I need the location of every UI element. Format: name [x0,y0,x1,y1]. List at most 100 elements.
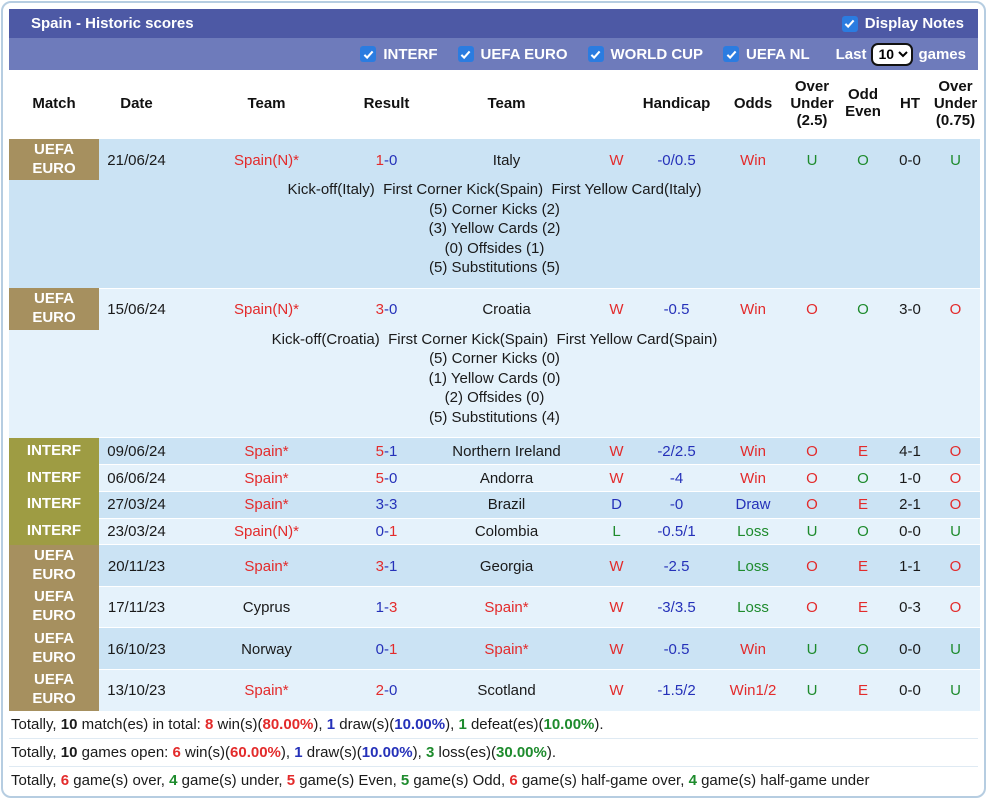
odd-even: O [837,627,889,670]
match-score: 3-3 [359,490,414,519]
text-part: Spain* [244,442,289,460]
match-score: 3-1 [359,544,414,587]
text-part: E [857,599,868,617]
over-under-075: U [931,627,980,670]
text-part: O [857,151,869,169]
match-date: 06/06/24 [99,464,174,492]
over-under-075: U [931,517,980,545]
text-part: 2 [375,682,384,700]
match-row[interactable]: INTERF 27/03/24 Spain* 3-3 Brazil D -0 Draw O E 2-… [9,490,980,519]
last-games-select[interactable]: 10 [871,42,914,66]
text-part: Spain* [484,640,529,658]
text-part: U [806,640,818,658]
text-part: 0-3 [899,599,921,617]
text-part: Win [740,151,766,169]
home-team: Spain(N)* [174,517,359,545]
filter-world-cup[interactable]: WORLD CUP [587,46,703,63]
over-under-25: O [787,464,837,492]
over-under-075: U [931,668,980,711]
text-part: 17/11/23 [107,599,166,617]
text-part: L [612,523,621,541]
text-part: W [609,151,624,169]
text-part: Win1/2 [729,682,777,700]
odd-even: O [837,464,889,492]
text-part: ). [546,743,557,761]
match-row[interactable]: UEFA EURO 21/06/24 Spain(N)* 1-0 Italy W -0/0.… [9,138,980,181]
text-part: Spain(N)* [233,301,300,319]
note-line: (0) Offsides (1) [444,239,545,257]
odds: Win1/2 [719,668,787,711]
half-time-score: 3-0 [889,287,931,330]
text-part: Northern Ireland [452,442,561,460]
text-part: ), [280,743,295,761]
home-team: Spain* [174,490,359,519]
half-time-score: 0-0 [889,138,931,181]
text-part: U [950,151,961,169]
filter-label: UEFA NL [746,45,810,63]
checkbox-checked-icon[interactable] [723,46,739,62]
text-part: W [609,557,624,575]
odd-even: E [837,437,889,465]
text-part: draw(s)( [335,715,395,733]
away-team: Georgia [414,544,599,587]
text-part: Colombia [474,523,539,541]
odds: Win [719,437,787,465]
checkbox-checked-icon[interactable] [841,15,858,32]
text-part: -0 [384,151,398,169]
handicap: -4 [634,464,719,492]
text-part: -0 [669,496,684,514]
away-team: Andorra [414,464,599,492]
text-part: Andorra [479,469,534,487]
match-row[interactable]: UEFA EURO 16/10/23 Norway 0-1 Spain* W -0.5 Win… [9,627,980,670]
text-part: -4 [669,469,684,487]
match-date: 20/11/23 [99,544,174,587]
display-notes-toggle[interactable]: Display Notes [841,15,964,32]
over-under-25: U [787,668,837,711]
text-part: O [949,599,962,617]
match-row[interactable]: INTERF 23/03/24 Spain(N)* 0-1 Colombia L -0.5/… [9,517,980,545]
text-part: game(s) over, [69,771,170,789]
historic-scores-widget: Spain - Historic scores Display Notes IN… [1,1,986,798]
match-date: 23/03/24 [99,517,174,545]
text-part: O [949,496,962,514]
text-part: 06/06/24 [107,469,166,487]
match-row[interactable]: UEFA EURO 15/06/24 Spain(N)* 3-0 Croatia W -0.… [9,287,980,330]
text-part: 0- [375,523,389,541]
result-letter: W [599,138,634,181]
away-team: Northern Ireland [414,437,599,465]
checkbox-checked-icon[interactable] [457,46,474,62]
text-part: Italy [492,151,521,169]
text-part: 5 [375,469,384,487]
text-part: match(es) in total: [77,715,205,733]
half-time-score: 1-1 [889,544,931,587]
text-part: E [857,557,868,575]
text-part: Loss [737,599,769,617]
checkbox-checked-icon[interactable] [360,46,377,62]
match-row[interactable]: UEFA EURO 17/11/23 Cyprus 1-3 Spain* W -3/3.5 L… [9,585,980,628]
text-part: Totally, [11,743,61,761]
odds: Win [719,627,787,670]
text-part: 10.00% [394,715,446,733]
text-part: 1 [375,151,384,169]
text-part: -0 [384,682,398,700]
half-time-score: 2-1 [889,490,931,519]
match-row[interactable]: INTERF 09/06/24 Spain* 5-1 Northern Ireland W… [9,437,980,465]
text-part: Brazil [487,496,526,514]
text-part: 1 [389,523,398,541]
note-line: (5) Corner Kicks (0) [429,350,560,368]
text-part: game(s) Even, [295,771,401,789]
match-row[interactable]: UEFA EURO 20/11/23 Spain* 3-1 Georgia W -2.5 Lo… [9,544,980,587]
match-row[interactable]: UEFA EURO 13/10/23 Spain* 2-0 Scotland W -1.5/… [9,668,980,711]
text-part: 6 [509,771,518,789]
away-team: Spain* [414,627,599,670]
filter-uefa-nl[interactable]: UEFA NL [723,46,810,63]
match-row[interactable]: INTERF 06/06/24 Spain* 5-0 Andorra W -4 Win O O 1-… [9,464,980,492]
home-team: Spain(N)* [174,287,359,330]
filter-uefa-euro[interactable]: UEFA EURO [457,46,568,63]
filter-interf[interactable]: INTERF [360,46,438,63]
text-part: win(s)( [213,715,263,733]
text-part: O [806,301,818,319]
text-part: U [806,523,818,541]
checkbox-checked-icon[interactable] [587,46,604,62]
text-part: W [609,442,624,460]
